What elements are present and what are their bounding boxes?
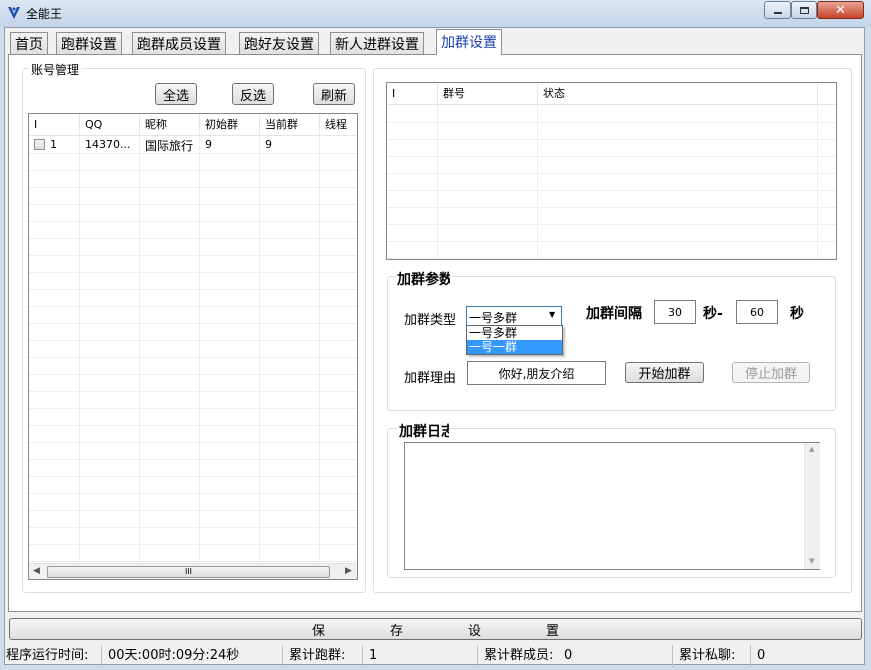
grid-line: [387, 156, 836, 157]
interval-max-input[interactable]: 60: [736, 300, 778, 324]
grid-line: [437, 105, 438, 259]
horizontal-scrollbar[interactable]: ◀ III ▶: [29, 563, 357, 579]
total-private-value: 0: [757, 648, 766, 663]
grid-line: [387, 122, 836, 123]
select-all-button[interactable]: 全选: [155, 83, 197, 105]
close-icon: ✕: [835, 2, 846, 18]
option-single-group[interactable]: 一号一群: [467, 340, 562, 354]
total-members-label: 累计群成员:: [484, 648, 554, 663]
column-header-initial-group[interactable]: 初始群: [200, 114, 260, 136]
column-header-status[interactable]: 状态: [538, 83, 818, 105]
option-multi-group[interactable]: 一号多群: [467, 326, 562, 340]
tab-home[interactable]: 首页: [10, 32, 48, 54]
column-header-current-group[interactable]: 当前群: [260, 114, 320, 136]
tab-join-group-settings[interactable]: 加群设置: [436, 29, 502, 55]
window-title: 全能王: [26, 7, 63, 21]
grid-line: [259, 136, 260, 563]
column-header-nickname[interactable]: 昵称: [140, 114, 200, 136]
total-runs-label: 累计跑群:: [285, 645, 363, 667]
refresh-button[interactable]: 刷新: [313, 83, 355, 105]
grid-line: [387, 241, 836, 242]
interval-min-input[interactable]: 30: [654, 300, 696, 324]
accounts-table-header: I QQ 昵称 初始群 当前群 线程: [29, 114, 357, 136]
grid-line: [387, 139, 836, 140]
row-initial-group: 9: [205, 138, 212, 151]
join-log-textarea[interactable]: ▲ ▼: [404, 442, 820, 570]
join-type-label: 加群类型: [404, 313, 457, 328]
grid-line: [139, 136, 140, 563]
grid-line: [387, 173, 836, 174]
join-type-options: 一号多群 一号一群: [466, 325, 563, 355]
tab-run-groups[interactable]: 跑群设置: [56, 32, 122, 54]
grid-line: [817, 105, 818, 259]
seconds-dash-label: 秒-: [703, 306, 723, 322]
column-header-index[interactable]: I: [29, 114, 80, 136]
runtime-value: 00天:00时:09分:24秒: [104, 645, 283, 667]
accounts-table[interactable]: I QQ 昵称 初始群 当前群 线程 1 14370... 国际旅行 9 9 ◀…: [28, 113, 358, 580]
row-qq: 14370...: [85, 138, 131, 151]
tab-new-member[interactable]: 新人进群设置: [330, 32, 424, 54]
minimize-button[interactable]: [764, 1, 791, 19]
column-header-thread[interactable]: 线程: [320, 114, 357, 136]
groups-table-header: I 群号 状态: [387, 83, 836, 105]
join-interval-label: 加群间隔: [586, 306, 642, 322]
invert-selection-button[interactable]: 反选: [232, 83, 274, 105]
minimize-icon: [773, 12, 782, 14]
grid-line: [387, 207, 836, 208]
title-bar[interactable]: 全能王 ✕: [0, 0, 871, 27]
chevron-down-icon: ▼: [549, 310, 556, 319]
scrollbar-thumb[interactable]: III: [47, 566, 330, 578]
scroll-up-icon[interactable]: ▲: [809, 445, 814, 453]
groups-table[interactable]: I 群号 状态: [386, 82, 837, 260]
column-header-qq[interactable]: QQ: [80, 114, 140, 136]
seconds-label: 秒: [790, 306, 804, 322]
join-params-group: [387, 276, 836, 411]
grid-line: [387, 190, 836, 191]
grid-line: [199, 136, 200, 563]
app-logo-icon: [8, 7, 20, 19]
start-join-button[interactable]: 开始加群: [625, 362, 704, 383]
save-settings-button[interactable]: 保 存 设 置: [9, 618, 862, 640]
grid-line: [319, 136, 320, 563]
total-private-label: 累计私聊:: [675, 645, 751, 667]
total-runs-value: 1: [365, 645, 478, 667]
maximize-button[interactable]: [791, 1, 817, 19]
runtime-label: 程序运行时间:: [2, 645, 102, 667]
join-type-dropdown[interactable]: 一号多群 ▼: [466, 306, 562, 326]
grid-line: [537, 105, 538, 259]
column-header-index[interactable]: I: [387, 83, 438, 105]
tab-run-group-members[interactable]: 跑群成员设置: [132, 32, 226, 54]
scroll-down-icon[interactable]: ▼: [809, 557, 814, 565]
maximize-icon: [799, 6, 809, 14]
table-row[interactable]: 1 14370... 国际旅行 9 9: [29, 136, 357, 153]
row-nickname: 国际旅行: [145, 139, 194, 153]
account-management-label: 账号管理: [29, 61, 82, 78]
row-checkbox[interactable]: [34, 139, 45, 150]
join-reason-input[interactable]: 你好,朋友介绍: [467, 361, 606, 385]
row-index: 1: [50, 138, 57, 151]
join-log-label: 加群日志: [397, 421, 449, 441]
scroll-right-icon[interactable]: ▶: [345, 566, 352, 576]
join-type-selected: 一号多群: [469, 311, 518, 325]
tab-run-friends[interactable]: 跑好友设置: [239, 32, 319, 54]
close-button[interactable]: ✕: [817, 1, 864, 19]
row-current-group: 9: [265, 138, 272, 151]
join-reason-label: 加群理由: [404, 371, 457, 386]
total-members-value: 0: [560, 645, 673, 667]
grid-line: [387, 224, 836, 225]
grid-line: [387, 258, 836, 259]
column-header-group-number[interactable]: 群号: [438, 83, 538, 105]
scroll-left-icon[interactable]: ◀: [33, 566, 40, 576]
join-params-label: 加群参数: [395, 269, 450, 289]
grid-line: [79, 136, 80, 563]
log-vertical-scrollbar[interactable]: ▲ ▼: [804, 443, 820, 569]
stop-join-button[interactable]: 停止加群: [732, 362, 810, 383]
